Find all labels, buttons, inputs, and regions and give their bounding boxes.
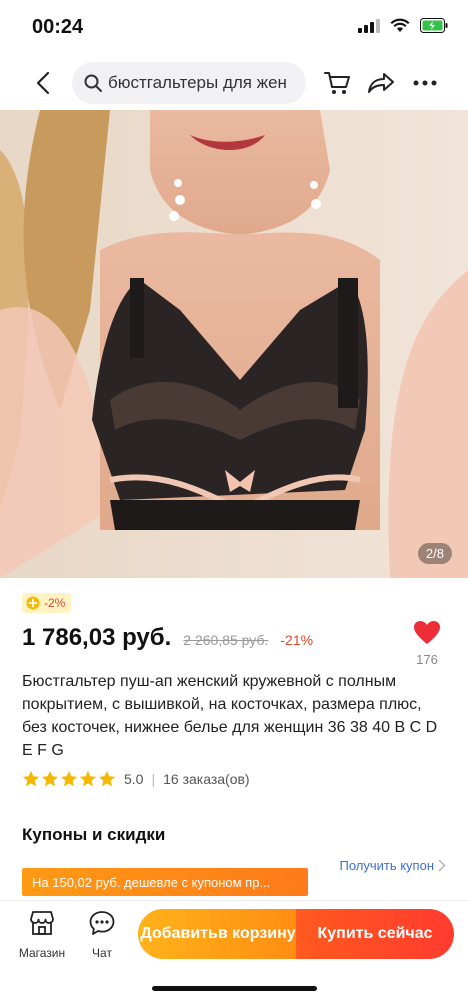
nav-bar: бюстгальтеры для жен <box>0 58 468 108</box>
wishlist-count: 176 <box>416 652 438 667</box>
more-icon <box>413 80 437 86</box>
signal-icon <box>358 18 380 33</box>
discount-badge-text: -2% <box>44 596 66 610</box>
star-icon <box>41 770 59 787</box>
share-icon <box>368 73 394 93</box>
coin-icon <box>26 596 40 610</box>
rating-value: 5.0 <box>124 771 144 787</box>
price-current: 1 786,03 руб. <box>22 624 172 651</box>
chat-button[interactable]: Чат <box>72 909 132 960</box>
get-coupon-link[interactable]: Получить купон <box>339 858 446 873</box>
status-time: 00:24 <box>32 16 84 38</box>
heart-icon <box>414 621 440 644</box>
get-coupon-label: Получить купон <box>339 858 434 873</box>
buy-now-button[interactable]: Купить сейчас <box>296 909 454 959</box>
cart-button[interactable] <box>320 66 354 100</box>
bottom-bar: Магазин Чат Добавить в корзину Купить сей… <box>0 900 468 1000</box>
status-bar: 00:24 <box>0 0 468 56</box>
chevron-right-icon <box>438 859 446 872</box>
chat-label: Чат <box>92 946 112 960</box>
price-discount-percent: -21% <box>280 632 314 648</box>
rating-stars <box>22 770 116 788</box>
store-label: Магазин <box>18 946 66 960</box>
star-icon <box>79 770 97 787</box>
coupon-banner[interactable]: На 150,02 руб. дешевле с купоном пр... <box>22 868 308 896</box>
wifi-icon <box>390 18 410 32</box>
store-icon <box>30 911 54 935</box>
store-button[interactable]: Магазин <box>12 909 72 960</box>
star-icon <box>22 770 40 787</box>
product-title: Бюстгальтер пуш-ап женский кружевной с п… <box>22 673 438 759</box>
search-input[interactable]: бюстгальтеры для жен <box>72 62 306 104</box>
home-indicator <box>152 986 317 991</box>
product-photo <box>0 110 468 578</box>
price-row: 1 786,03 руб. 2 260,85 руб. -21% <box>22 624 313 652</box>
cart-icon <box>324 72 350 94</box>
image-counter: 2/8 <box>417 543 452 564</box>
back-button[interactable] <box>26 66 60 100</box>
coupon-banner-text: На 150,02 руб. дешевле с купоном пр... <box>32 874 271 890</box>
star-icon <box>98 770 116 787</box>
chevron-left-icon <box>36 71 50 95</box>
battery-icon <box>420 18 448 33</box>
status-icons <box>358 18 448 33</box>
search-icon <box>84 74 102 92</box>
star-icon <box>60 770 78 787</box>
product-image[interactable]: 2/8 <box>0 110 468 578</box>
coupons-title: Купоны и скидки <box>22 825 166 844</box>
add-to-cart-button[interactable]: Добавить в корзину <box>138 909 298 959</box>
rating-row[interactable]: 5.0 | 16 заказа(ов) <box>22 770 250 788</box>
wishlist-button[interactable]: 176 <box>412 620 442 667</box>
price-old: 2 260,85 руб. <box>183 632 269 648</box>
share-button[interactable] <box>364 66 398 100</box>
more-button[interactable] <box>408 66 442 100</box>
orders-count: 16 заказа(ов) <box>163 771 250 787</box>
search-query: бюстгальтеры для жен <box>108 73 287 92</box>
chat-icon <box>89 911 115 935</box>
rating-separator: | <box>151 771 156 787</box>
discount-badge: -2% <box>22 593 72 613</box>
